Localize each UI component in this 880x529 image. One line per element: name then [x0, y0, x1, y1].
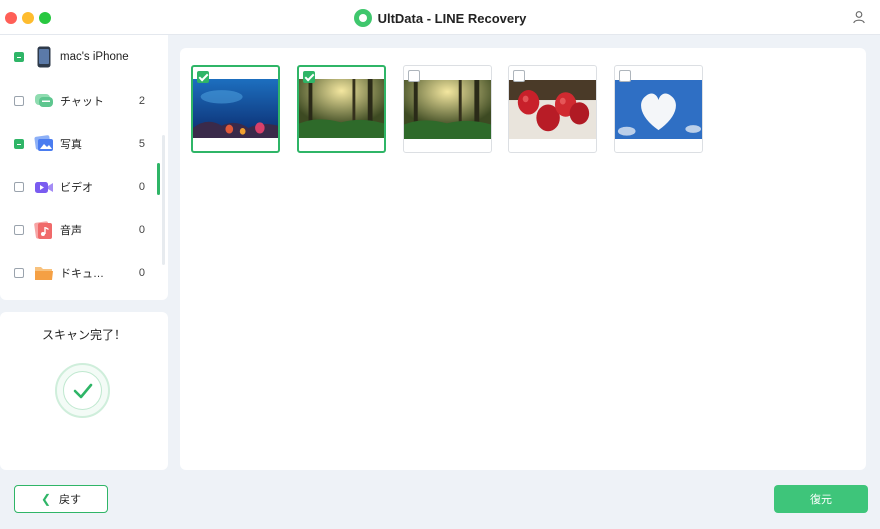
device-row[interactable]: mac's iPhone — [0, 37, 168, 77]
photo-thumbnail[interactable] — [297, 65, 386, 153]
sidebar-scrollbar[interactable] — [162, 135, 165, 265]
forest-sunlight-image — [404, 80, 491, 139]
user-icon[interactable] — [852, 10, 866, 24]
chat-checkbox[interactable] — [14, 96, 24, 106]
sidebar-item-label: 写真 — [60, 139, 82, 151]
video-checkbox[interactable] — [14, 182, 24, 192]
strawberries-image — [509, 80, 596, 139]
iphone-icon — [37, 46, 51, 68]
photo-thumbnail[interactable] — [508, 65, 597, 153]
sidebar-item-count: 5 — [138, 138, 145, 150]
photo-thumbnail[interactable] — [403, 65, 492, 153]
back-button-label: 戻す — [59, 494, 82, 506]
sidebar-item-label: ビデオ — [60, 182, 93, 194]
app-logo-icon — [353, 9, 372, 27]
photo-checkbox[interactable] — [408, 70, 420, 82]
sidebar-item-audio[interactable]: 音声 0 — [0, 210, 168, 250]
photo-checkbox[interactable] — [619, 70, 631, 82]
photo-icon — [34, 135, 53, 151]
app-title: UltData - LINE Recovery — [0, 9, 880, 27]
document-checkbox[interactable] — [14, 268, 24, 278]
photo-checkbox[interactable] — [14, 139, 24, 149]
sidebar-item-count: 0 — [138, 224, 145, 236]
chat-icon — [35, 94, 53, 107]
ocean-reef-image — [193, 79, 278, 138]
audio-icon — [34, 221, 52, 239]
photo-checkbox[interactable] — [513, 70, 525, 82]
scan-status-text: スキャン完了！ — [41, 328, 126, 342]
photo-grid-panel — [180, 48, 866, 470]
sidebar-item-count: 2 — [138, 95, 145, 107]
scan-complete-badge — [55, 363, 110, 418]
sidebar-item-photo[interactable]: 写真 5 — [0, 124, 168, 164]
folder-icon — [35, 267, 53, 280]
scan-status-panel: スキャン完了！ — [0, 312, 168, 470]
check-icon — [73, 383, 93, 399]
device-name: mac's iPhone — [60, 51, 129, 63]
recover-button-label: 復元 — [810, 494, 832, 506]
sidebar-item-label: 音声 — [60, 225, 82, 237]
title-bar: UltData - LINE Recovery — [0, 0, 880, 35]
photo-thumbnail[interactable] — [614, 65, 703, 153]
device-checkbox[interactable] — [14, 52, 24, 62]
photo-checkbox[interactable] — [197, 71, 209, 83]
sidebar-item-label: ドキュ… — [60, 268, 104, 280]
sidebar-item-document[interactable]: ドキュ… 0 — [0, 253, 168, 293]
audio-checkbox[interactable] — [14, 225, 24, 235]
sidebar-item-video[interactable]: ビデオ 0 — [0, 167, 168, 207]
sidebar-scroll-thumb[interactable] — [157, 163, 160, 195]
sidebar-item-label: チャット — [60, 96, 104, 108]
video-icon — [35, 182, 53, 193]
recover-button[interactable]: 復元 — [774, 485, 868, 513]
heart-cloud-image — [615, 80, 702, 139]
sidebar-item-count: 0 — [138, 181, 145, 193]
photo-thumbnail[interactable] — [191, 65, 280, 153]
app-title-text: UltData - LINE Recovery — [377, 11, 527, 26]
sidebar-item-chat[interactable]: チャット 2 — [0, 81, 168, 121]
category-sidebar: mac's iPhone チャット 2 写真 5 ビデオ 0 音声 0 ドキュ…… — [0, 35, 168, 300]
sidebar-item-count: 0 — [138, 267, 145, 279]
photo-checkbox[interactable] — [303, 71, 315, 83]
chevron-left-icon: ❮ — [40, 492, 52, 506]
forest-sunlight-image — [299, 79, 384, 138]
back-button[interactable]: ❮ 戻す — [14, 485, 108, 513]
